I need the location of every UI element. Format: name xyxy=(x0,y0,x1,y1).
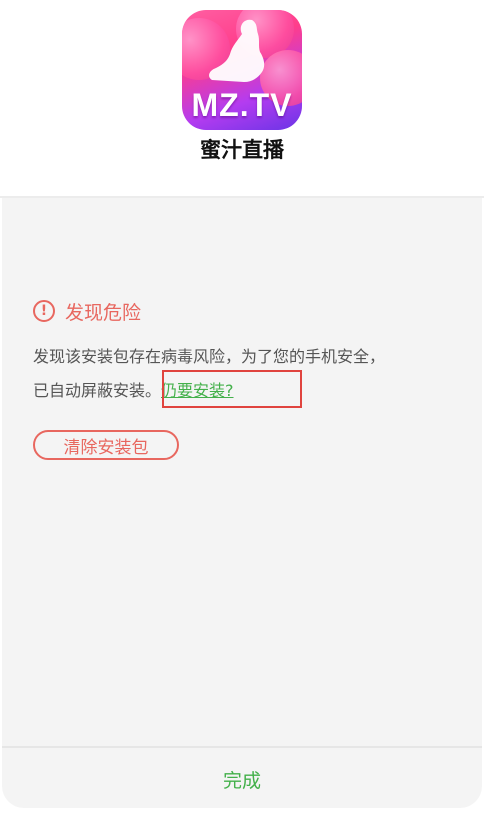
warning-title: 发现危险 xyxy=(65,301,142,324)
app-header: MZ.TV 蜜汁直播 xyxy=(0,0,484,196)
app-icon: MZ.TV xyxy=(182,10,302,130)
warning-message-line2-text: 已自动屏蔽安装。 xyxy=(33,381,162,400)
footer-divider xyxy=(2,746,482,748)
highlight-box xyxy=(162,370,302,408)
app-name: 蜜汁直播 xyxy=(200,138,284,162)
warning-header: ! 发现危险 xyxy=(33,298,141,324)
exclamation-circle-icon: ! xyxy=(33,300,55,322)
security-warning-panel: ! 发现危险 发现该安装包存在病毒风险，为了您的手机安全， 已自动屏蔽安装。仍要… xyxy=(2,198,482,808)
app-brand-text: MZ.TV xyxy=(191,87,293,123)
done-button[interactable]: 完成 xyxy=(2,750,482,808)
warning-message-line1: 发现该安装包存在病毒风险，为了您的手机安全， xyxy=(33,347,386,366)
clear-package-button[interactable]: 清除安装包 xyxy=(33,430,179,460)
